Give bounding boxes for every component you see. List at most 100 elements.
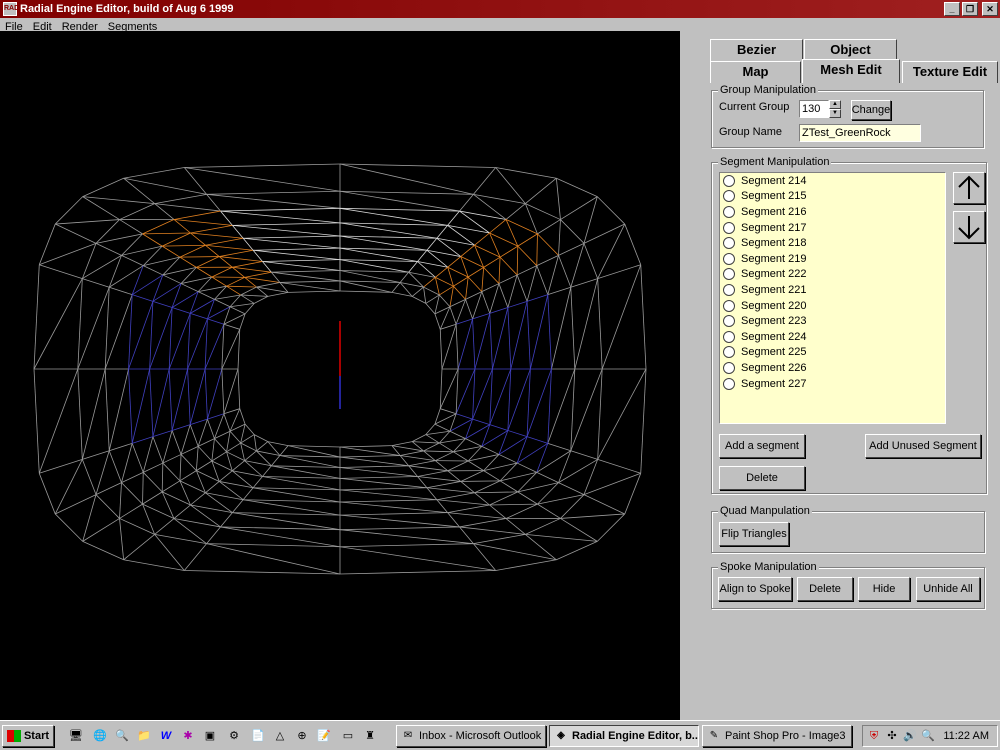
tab-bezier[interactable]: Bezier <box>710 39 803 61</box>
segment-list-item[interactable]: Segment 217 <box>720 220 945 236</box>
segment-list-item[interactable]: Segment 224 <box>720 329 945 345</box>
task-radial-engine[interactable]: ◈ Radial Engine Editor, b... <box>549 725 699 747</box>
hide-spoke-button[interactable]: Hide <box>858 577 910 601</box>
segment-radio[interactable] <box>723 346 735 359</box>
start-button[interactable]: Start <box>2 725 54 747</box>
tab-map[interactable]: Map <box>710 61 801 83</box>
segment-list-item[interactable]: Segment 220 <box>720 298 945 314</box>
segment-list-item[interactable]: Segment 222 <box>720 267 945 283</box>
segment-radio[interactable] <box>723 315 735 328</box>
mesh-edge <box>180 424 191 455</box>
mesh-edge <box>123 177 155 204</box>
app-launcher-icon[interactable]: ✱ <box>180 728 196 744</box>
mesh-edge <box>184 543 207 571</box>
segment-radio[interactable] <box>723 377 735 390</box>
segment-radio[interactable] <box>723 205 735 218</box>
mesh-edge <box>570 278 598 288</box>
add-segment-button[interactable]: Add a segment <box>719 434 805 458</box>
segment-list-item[interactable]: Segment 227 <box>720 376 945 392</box>
segment-list-item[interactable]: Segment 223 <box>720 313 945 329</box>
volume-icon[interactable]: 🔊 <box>902 728 918 744</box>
segment-radio[interactable] <box>723 283 735 296</box>
group-manipulation-label: Group Manipulation <box>718 84 819 96</box>
align-to-spoke-button[interactable]: Align to Spoke <box>718 577 792 601</box>
segment-radio[interactable] <box>723 221 735 234</box>
segment-list-item[interactable]: Segment 214 <box>720 173 945 189</box>
segment-list-item[interactable]: Segment 216 <box>720 204 945 220</box>
3d-viewport[interactable] <box>0 31 680 720</box>
mesh-edge <box>436 237 462 257</box>
segment-list-item[interactable]: Segment 225 <box>720 345 945 361</box>
spin-up-icon[interactable]: ▲ <box>829 100 841 109</box>
mesh-edge <box>33 278 83 370</box>
delete-spoke-button[interactable]: Delete <box>797 577 853 601</box>
mesh-edge <box>82 541 124 561</box>
mesh-edge <box>179 480 191 506</box>
segment-radio[interactable] <box>723 252 735 265</box>
mesh-edge <box>457 318 473 370</box>
editor-icon[interactable]: ⊕ <box>294 728 310 744</box>
notepad-icon[interactable]: 📝 <box>316 728 332 744</box>
current-group-field[interactable]: 130 <box>799 100 829 118</box>
segment-radio[interactable] <box>723 330 735 343</box>
flip-triangles-button[interactable]: Flip Triangles <box>719 522 789 546</box>
shield-icon[interactable]: ⛨ <box>866 728 882 744</box>
arrow-down-icon <box>958 216 980 240</box>
monitor-icon[interactable]: ▭ <box>340 728 356 744</box>
add-unused-segment-button[interactable]: Add Unused Segment <box>865 434 981 458</box>
segment-list[interactable]: Segment 214 Segment 215 Segment 216 Segment… <box>719 172 946 424</box>
segment-radio[interactable] <box>723 237 735 250</box>
move-up-button[interactable] <box>953 172 985 204</box>
mesh-edge <box>123 559 185 571</box>
segment-list-item[interactable]: Segment 221 <box>720 282 945 298</box>
explorer-icon[interactable]: 📁 <box>136 728 152 744</box>
search-icon[interactable]: 🔍 <box>114 728 130 744</box>
tab-object[interactable]: Object <box>804 39 897 61</box>
mesh-edge <box>423 450 454 453</box>
mesh-edge <box>162 274 182 284</box>
unhide-all-button[interactable]: Unhide All <box>916 577 980 601</box>
document-icon[interactable]: 📄 <box>250 728 266 744</box>
search-tray-icon[interactable]: 🔍 <box>920 728 936 744</box>
delete-segment-button[interactable]: Delete <box>719 466 805 490</box>
mesh-edge <box>104 294 133 370</box>
current-group-spinner[interactable]: ▲ ▼ <box>829 100 841 118</box>
mesh-edge <box>441 324 457 370</box>
move-down-button[interactable] <box>953 211 985 243</box>
mesh-edge <box>436 225 448 239</box>
task-outlook[interactable]: ✉ Inbox - Microsoft Outlook <box>396 725 546 747</box>
mesh-edge <box>206 526 221 544</box>
segment-radio[interactable] <box>723 361 735 374</box>
mesh-edge <box>459 210 490 234</box>
spin-down-icon[interactable]: ▼ <box>829 109 841 118</box>
task-paint-shop[interactable]: ✎ Paint Shop Pro - Image3 <box>702 725 852 747</box>
segment-list-item[interactable]: Segment 215 <box>720 189 945 205</box>
tools-icon[interactable]: ⚙ <box>226 728 242 744</box>
tab-mesh-edit[interactable]: Mesh Edit <box>802 59 900 83</box>
paint-icon[interactable]: △ <box>272 728 288 744</box>
mesh-edge <box>95 494 120 519</box>
mesh-edge <box>205 237 244 246</box>
minimize-button[interactable]: _ <box>944 2 960 16</box>
mesh-edge <box>232 224 341 237</box>
terminal-icon[interactable]: ▣ <box>202 728 218 744</box>
change-button[interactable]: Change <box>851 100 891 120</box>
segment-radio[interactable] <box>723 190 735 203</box>
tab-texture-edit[interactable]: Texture Edit <box>902 61 998 83</box>
browser-icon[interactable]: 🌐 <box>92 728 108 744</box>
network-icon[interactable]: ✣ <box>884 728 900 744</box>
word-icon[interactable]: W <box>158 728 174 744</box>
user-icon[interactable]: ♜ <box>362 728 378 744</box>
segment-radio[interactable] <box>723 299 735 312</box>
segment-radio[interactable] <box>723 268 735 281</box>
mesh-edge <box>459 526 526 535</box>
segment-list-item[interactable]: Segment 219 <box>720 251 945 267</box>
segment-radio[interactable] <box>723 174 735 187</box>
mesh-edge <box>440 408 457 415</box>
segment-list-item[interactable]: Segment 226 <box>720 360 945 376</box>
group-name-field[interactable]: ZTest_GreenRock <box>799 124 921 142</box>
segment-list-item[interactable]: Segment 218 <box>720 235 945 251</box>
close-button[interactable]: ✕ <box>982 2 998 16</box>
restore-button[interactable]: ❐ <box>962 2 978 16</box>
show-desktop-icon[interactable]: 🖥 <box>68 728 84 744</box>
